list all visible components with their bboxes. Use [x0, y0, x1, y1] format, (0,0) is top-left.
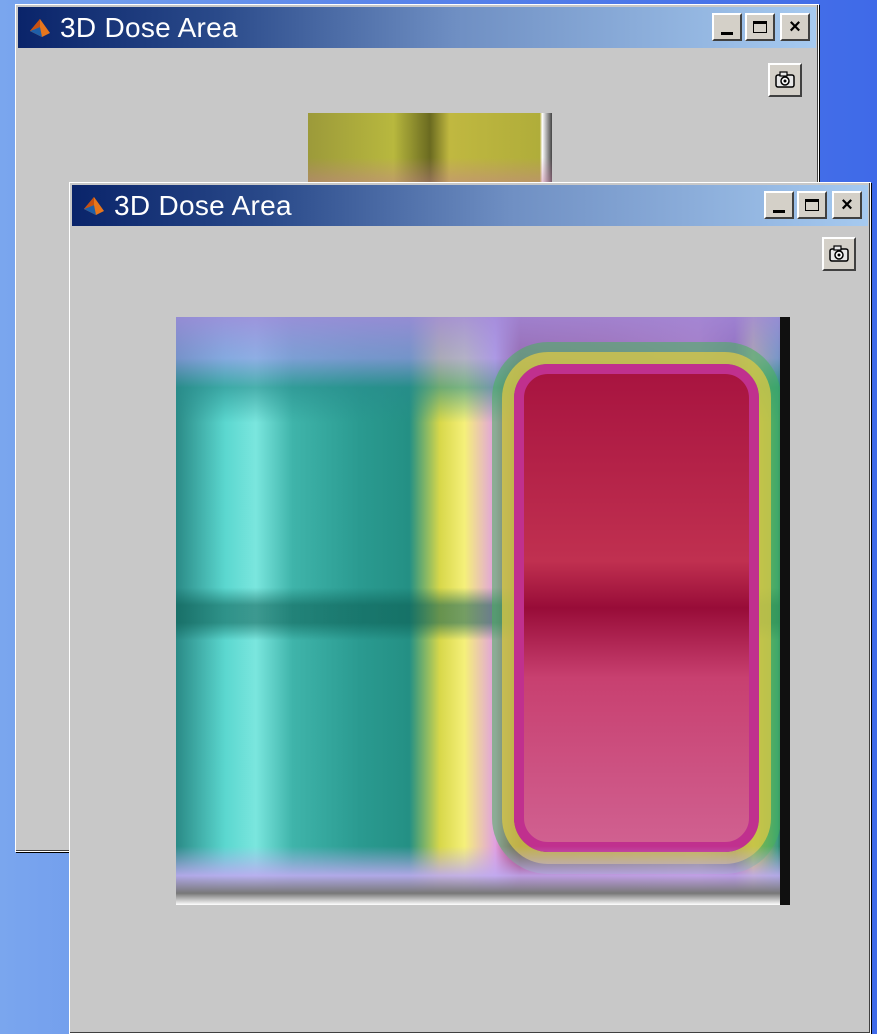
maximize-icon: [753, 21, 767, 33]
window-title: 3D Dose Area: [114, 189, 292, 221]
minimize-button[interactable]: [764, 191, 794, 219]
close-button[interactable]: ×: [832, 191, 862, 219]
window-title: 3D Dose Area: [60, 11, 238, 43]
title-bar[interactable]: 3D Dose Area ×: [72, 185, 868, 226]
title-bar[interactable]: 3D Dose Area ×: [18, 7, 816, 48]
close-icon: ×: [789, 15, 801, 38]
active-window[interactable]: 3D Dose Area ×: [69, 182, 871, 1034]
minimize-button[interactable]: [712, 13, 742, 41]
matlab-icon: [84, 196, 104, 215]
camera-button[interactable]: [822, 237, 856, 271]
camera-button[interactable]: [768, 63, 802, 97]
window-controls: ×: [712, 13, 810, 41]
window-controls: ×: [764, 191, 862, 219]
maximize-button[interactable]: [745, 13, 775, 41]
dose-image: [176, 317, 790, 905]
close-icon: ×: [841, 193, 853, 216]
maximize-icon: [805, 199, 819, 211]
matlab-icon: [30, 18, 50, 37]
camera-icon: [829, 245, 849, 262]
minimize-icon: [773, 209, 785, 213]
close-button[interactable]: ×: [780, 13, 810, 41]
camera-icon: [775, 71, 795, 88]
dose-image: [308, 113, 552, 187]
maximize-button[interactable]: [797, 191, 827, 219]
minimize-icon: [721, 31, 733, 35]
